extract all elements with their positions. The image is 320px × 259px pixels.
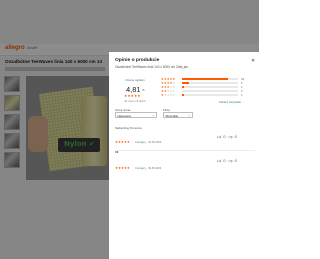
rating-heading: Ocena ogółem — [125, 78, 145, 82]
thumbs-up-icon[interactable]: 👍︎ — [217, 158, 221, 164]
distribution-row[interactable]: ★★★★★ 1 — [161, 92, 253, 98]
review-votes: 👍︎ 0 👎︎ 0 — [217, 158, 239, 164]
dislikes-count: 0 — [234, 158, 237, 163]
thumbs-down-icon[interactable]: 👎︎ — [229, 134, 233, 140]
rating-distribution: ★★★★★ 43 ★★★★★ 6 ★★★★★ 1 ★★★★★ 0 ★★★★★ 1 — [161, 77, 253, 98]
review-stars: ★★★★★ — [115, 166, 130, 170]
likes-count: 0 — [223, 158, 226, 163]
review-votes: 👍︎ 0 👎︎ 0 — [217, 134, 239, 140]
modal-title: Opinie o produkcie — [115, 58, 160, 63]
review-meta: Kupujący · 24.06.2023 — [135, 141, 162, 144]
rating-value-suffix: /5 — [142, 88, 145, 92]
distribution-count: 1 — [241, 93, 243, 97]
distribution-bar — [182, 82, 238, 84]
thumbs-down-icon[interactable]: 👎︎ — [229, 158, 233, 164]
chevron-down-icon: ⌄ — [151, 113, 155, 117]
review-stars: ★★★★★ — [115, 140, 130, 144]
filter-value: Wszystkie — [165, 113, 179, 118]
all-reviews-link[interactable]: Zobacz wszystkie — [219, 100, 241, 104]
distribution-bar-fill — [182, 78, 228, 80]
rating-value: 4,81 — [126, 85, 141, 94]
distribution-bar-fill — [182, 82, 189, 84]
rating-summary: Ocena ogółem 4,81 /5 ★★★★★ 51 ocen i 8 o… — [115, 78, 155, 104]
rating-stars: ★★★★★ — [124, 94, 141, 98]
chevron-down-icon: ⌄ — [187, 113, 191, 117]
review-meta: Kupujący · 09.05.2023 — [135, 167, 162, 170]
dislikes-count: 0 — [234, 134, 237, 139]
distribution-bar — [182, 94, 238, 96]
filter-select[interactable]: Wszystkie ⌄ — [163, 112, 193, 118]
thumbs-up-icon[interactable]: 👍︎ — [217, 134, 221, 140]
reviews-modal: Opinie o produkcie ✕ Oszalbótne TeeWaves… — [109, 52, 259, 259]
distribution-bar — [182, 78, 238, 80]
distribution-bar-fill — [182, 94, 184, 96]
distribution-bar-fill — [182, 86, 184, 88]
distribution-stars: ★★★★★ — [161, 92, 176, 97]
likes-count: 0 — [223, 134, 226, 139]
close-icon[interactable]: ✕ — [251, 58, 255, 64]
rating-count: 51 ocen i 8 opinii — [124, 99, 146, 103]
modal-subtitle: Oszalbótne TeeWaves linia 140 x 6000 cm … — [115, 65, 188, 69]
distribution-bar — [182, 90, 238, 92]
sort-select[interactable]: Najnowsze ⌄ — [115, 112, 157, 118]
review-item: ★★★★★ Kupujący · 09.05.2023 👍︎ 0 👎︎ 0 — [115, 156, 255, 176]
sort-value: Najnowsze — [117, 113, 132, 118]
distribution-bar — [182, 86, 238, 88]
divider — [115, 150, 255, 151]
